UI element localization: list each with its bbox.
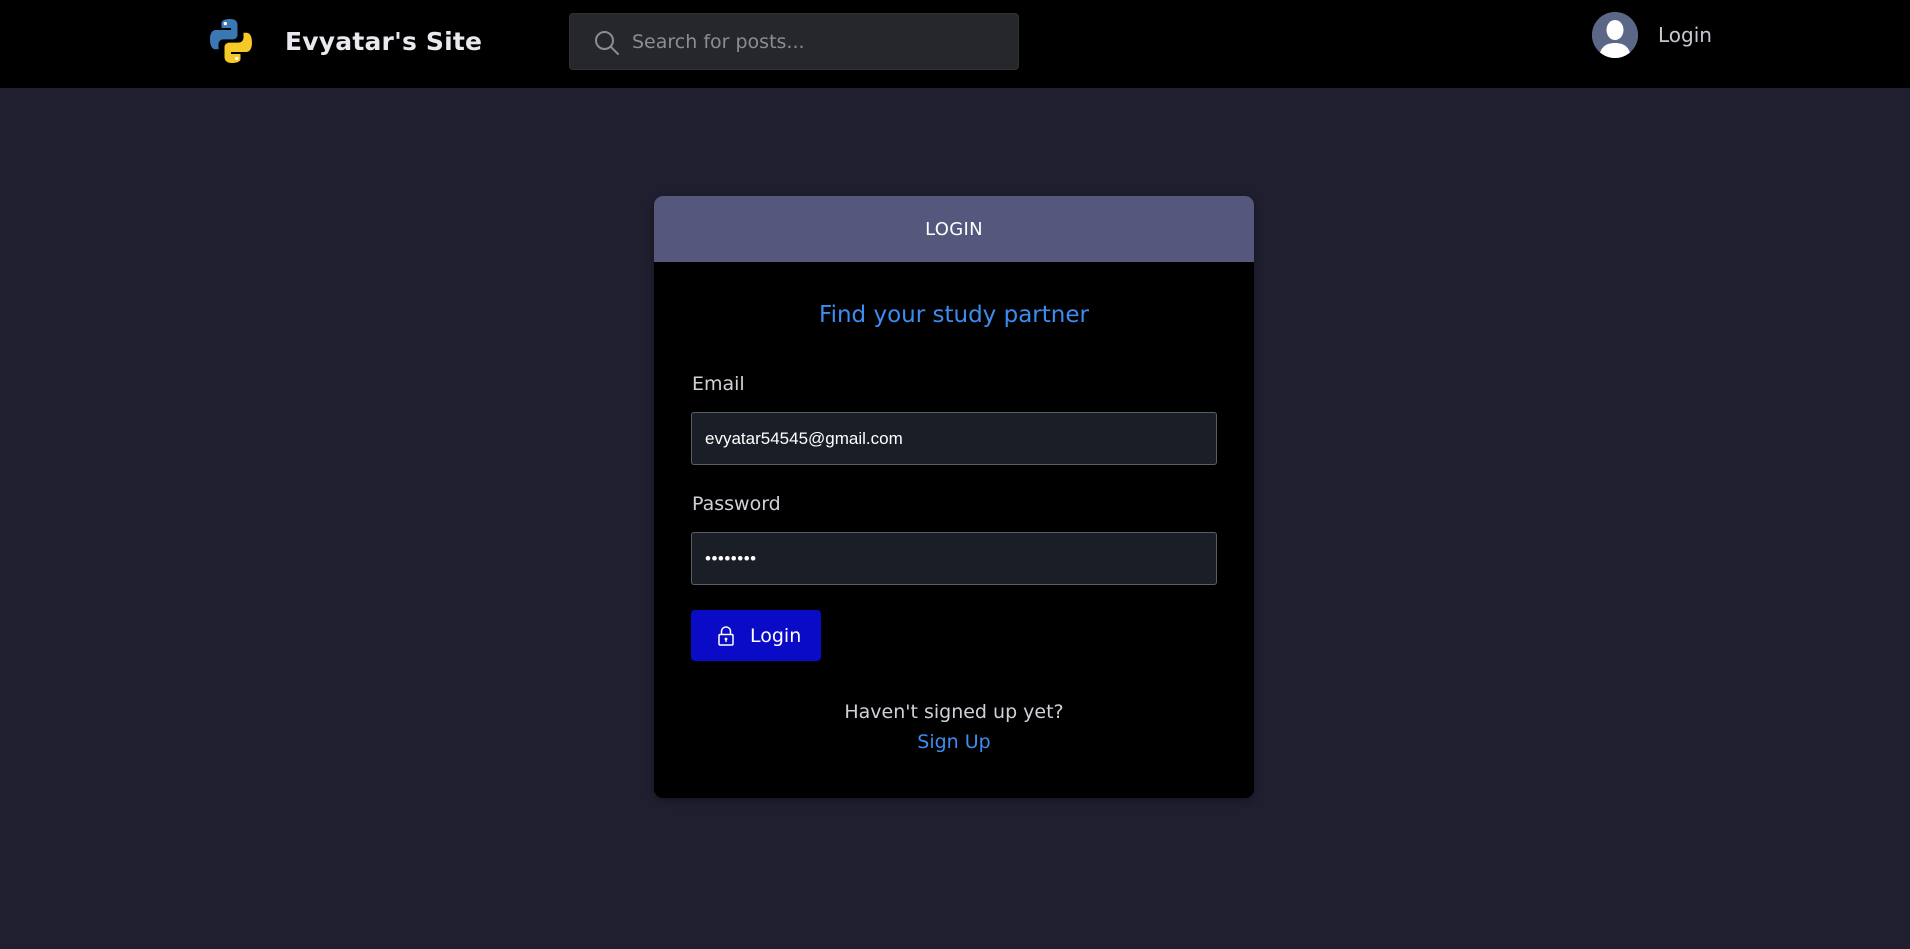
python-logo-icon xyxy=(210,19,252,63)
top-navbar: Evyatar's Site Login xyxy=(0,0,1910,88)
login-card: LOGIN Find your study partner Email Pass… xyxy=(654,196,1254,798)
password-label: Password xyxy=(692,493,781,515)
site-title: Evyatar's Site xyxy=(285,26,483,56)
login-card-title: LOGIN xyxy=(925,218,983,240)
tagline: Find your study partner xyxy=(819,302,1089,328)
brand-home-link[interactable]: Evyatar's Site xyxy=(206,16,482,66)
signup-link[interactable]: Sign Up xyxy=(654,731,1254,753)
login-form: Find your study partner Email Password L… xyxy=(654,262,1254,798)
email-field[interactable] xyxy=(691,412,1217,465)
nav-login-label: Login xyxy=(1658,23,1712,47)
login-button[interactable]: Login xyxy=(691,610,821,661)
user-avatar-icon xyxy=(1592,12,1638,58)
login-card-header: LOGIN xyxy=(654,196,1254,262)
password-field[interactable] xyxy=(691,532,1217,585)
search-input[interactable] xyxy=(630,14,1010,69)
nav-login-link[interactable]: Login xyxy=(1592,12,1712,58)
search-bar[interactable] xyxy=(569,13,1019,70)
login-button-label: Login xyxy=(750,624,802,647)
email-label: Email xyxy=(692,373,745,395)
signup-prompt: Haven't signed up yet? xyxy=(844,701,1064,723)
search-icon xyxy=(595,31,619,55)
lock-icon xyxy=(718,625,734,646)
